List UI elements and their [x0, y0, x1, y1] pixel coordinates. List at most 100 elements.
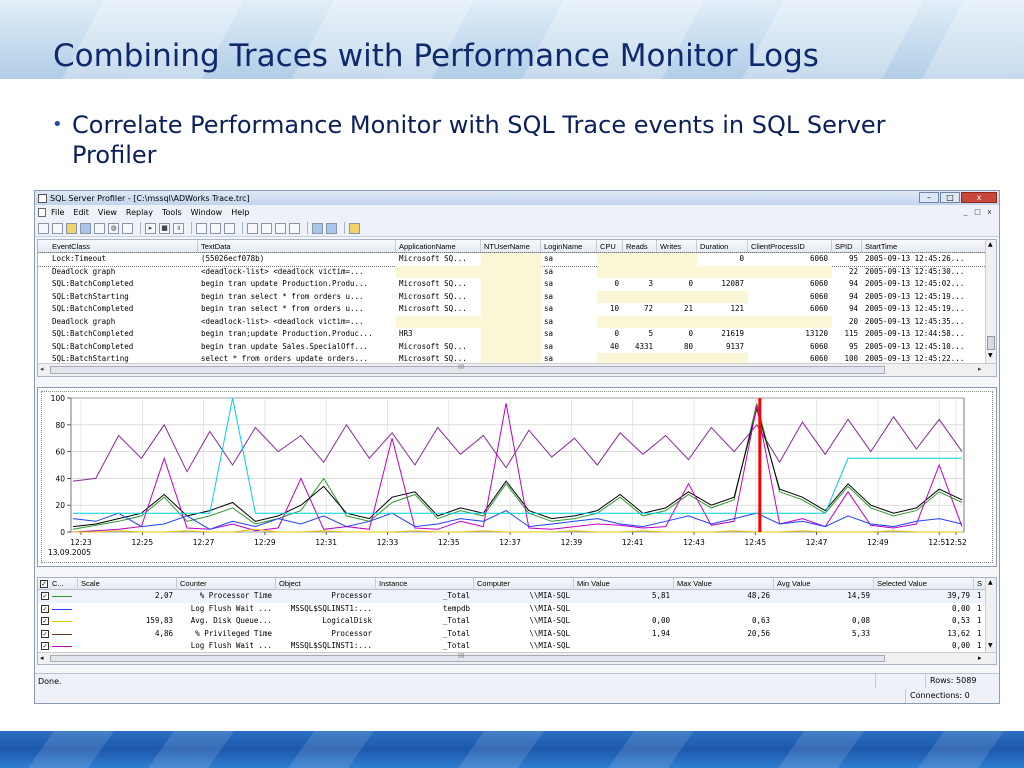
cell-nt-user-name [481, 265, 541, 278]
menu-replay[interactable]: Replay [126, 208, 153, 217]
breakpoint-icon[interactable] [210, 222, 221, 234]
run-icon[interactable]: ▸ [145, 222, 156, 234]
trace-row[interactable]: SQL:BatchCompleted begin tran select * fr… [38, 303, 986, 316]
counter-row[interactable]: ✓ 2,07 % Processor Time Processor _Total \\MI… [38, 590, 986, 603]
trace-row[interactable]: SQL:BatchCompleted begin tran update Sale… [38, 340, 986, 353]
counter-list-hscroll[interactable]: ◂ III ▸ [38, 652, 996, 664]
column-header-textdata[interactable]: TextData [198, 240, 396, 253]
scroll-up-icon[interactable]: ▲ [988, 241, 993, 248]
mdi-close-button[interactable]: x [984, 207, 995, 217]
help-icon[interactable] [349, 222, 360, 234]
trace-grid-hscroll[interactable]: ◂ III ▸ [38, 363, 996, 376]
menu-edit[interactable]: Edit [73, 208, 89, 217]
x-tick-label: 12:52 [945, 538, 967, 547]
scroll-down-icon[interactable]: ▼ [988, 642, 993, 649]
pause-icon[interactable]: ॥ [173, 222, 184, 234]
y-tick-label: 0 [60, 528, 65, 537]
column-header-clientprocessid[interactable]: ClientProcessID [748, 240, 832, 253]
menu-file[interactable]: File [51, 208, 64, 217]
cell-client-process-id [748, 315, 832, 328]
trace-row[interactable]: Lock:Timeout (55026ecf078b) Microsoft SQ..… [38, 252, 987, 267]
stop-icon[interactable]: ■ [159, 222, 170, 234]
open-icon[interactable] [66, 222, 77, 234]
trace-row[interactable]: SQL:BatchCompleted begin tran update Prod… [38, 278, 986, 291]
trace-grid-vscroll-thumb[interactable] [987, 336, 995, 350]
cell-selected: 13,62 [947, 628, 970, 638]
counter-visible-checkbox[interactable]: ✓ [41, 642, 49, 650]
cell-computer: \\MIA-SQL [529, 591, 570, 600]
column-header-reads[interactable]: Reads [623, 240, 657, 253]
open-table-icon[interactable] [80, 222, 91, 234]
find-icon[interactable]: ◍ [108, 222, 119, 234]
trace-row[interactable]: Deadlock graph <deadlock-list> <deadlock … [38, 265, 986, 278]
menu-window[interactable]: Window [191, 208, 223, 217]
scroll-left-icon[interactable]: ◂ [40, 365, 44, 373]
column-header-instance[interactable]: Instance [376, 578, 474, 590]
counter-list-hscroll-thumb[interactable] [50, 655, 885, 662]
column-header-counter[interactable]: Counter [177, 578, 276, 590]
scroll-down-icon[interactable]: ▼ [988, 352, 993, 359]
column-header-computer[interactable]: Computer [474, 578, 574, 590]
column-header-max-value[interactable]: Max Value [674, 578, 774, 590]
new-trace-icon[interactable] [52, 222, 63, 234]
close-button[interactable]: x [961, 192, 997, 203]
column-header-loginname[interactable]: LoginName [541, 240, 597, 253]
group-icon[interactable] [275, 222, 286, 234]
menu-help[interactable]: Help [231, 208, 249, 217]
filter-icon[interactable] [261, 222, 272, 234]
maximize-button[interactable]: □ [940, 192, 960, 203]
scroll-right-icon[interactable]: ▸ [978, 365, 982, 373]
column-header-selected-value[interactable]: Selected Value [874, 578, 974, 590]
column-header-cpu[interactable]: CPU [597, 240, 623, 253]
counter-row[interactable]: ✓ 4,86 % Privileged Time Processor _Total \\M… [38, 628, 986, 641]
column-header-scale[interactable]: Scale [78, 578, 177, 590]
trace-row[interactable]: Deadlock graph <deadlock-list> <deadlock … [38, 315, 986, 328]
column-header-avg-value[interactable]: Avg Value [774, 578, 874, 590]
scroll-up-icon[interactable]: ▲ [988, 579, 993, 586]
counter-row[interactable]: ✓ Log Flush Wait ... MSSQL$SQLINST1:... tem… [38, 603, 986, 616]
counter-row[interactable]: ✓ Log Flush Wait ... MSSQL$SQLINST1:... _To… [38, 640, 986, 653]
counter-visible-checkbox[interactable]: ✓ [41, 629, 49, 638]
column-header-min-value[interactable]: Min Value [574, 578, 674, 590]
counter-visible-checkbox[interactable]: ✓ [41, 604, 49, 613]
counter-row[interactable]: ✓ 159,83 Avg. Disk Queue... LogicalDisk _Tot… [38, 615, 986, 628]
column-header-object[interactable]: Object [276, 578, 376, 590]
replay-icon[interactable] [224, 222, 235, 234]
column-header-spid[interactable]: SPID [832, 240, 862, 253]
perfmon-chart[interactable]: 0 20 40 60 80 100 12:23 12:25 12:27 12:29 12:31 12:… [38, 388, 998, 568]
mdi-minimize-button[interactable]: _ [960, 207, 971, 217]
step-icon[interactable] [196, 222, 207, 234]
minimize-button[interactable]: – [919, 192, 939, 203]
monitor-icon[interactable] [312, 222, 323, 234]
save-icon[interactable] [38, 222, 49, 234]
cell-object: LogicalDisk [322, 616, 372, 625]
column-header-applicationname[interactable]: ApplicationName [396, 240, 481, 253]
clear-icon[interactable] [122, 222, 133, 234]
ungroup-icon[interactable] [289, 222, 300, 234]
counter-list-vscroll[interactable]: ▲ ▼ [985, 578, 996, 652]
mdi-restore-button[interactable]: □ [972, 207, 983, 217]
column-header-duration[interactable]: Duration [697, 240, 748, 253]
column-header-eventclass[interactable]: EventClass [38, 240, 198, 253]
title-bar[interactable]: SQL Server Profiler - [C:\mssql\ADWorks … [35, 191, 999, 205]
mdi-controls: _ □ x [959, 207, 995, 217]
column-header-writes[interactable]: Writes [657, 240, 697, 253]
properties-icon[interactable] [94, 222, 105, 234]
x-tick-label: 12:49 [867, 538, 889, 547]
trace-row[interactable]: SQL:BatchStarting begin tran select * fro… [38, 290, 986, 303]
scroll-right-icon[interactable]: ▸ [978, 654, 982, 662]
trace-row[interactable]: SQL:BatchCompleted begin tran;update Prod… [38, 328, 986, 341]
trace-grid-hscroll-thumb[interactable] [50, 366, 885, 374]
counter-visible-checkbox[interactable]: ✓ [41, 592, 49, 600]
trace-grid-vscroll[interactable]: ▲ ▼ [985, 240, 996, 363]
menu-tools[interactable]: Tools [162, 208, 182, 217]
document-icon[interactable] [38, 208, 46, 217]
menu-view[interactable]: View [98, 208, 117, 217]
scroll-left-icon[interactable]: ◂ [40, 654, 44, 662]
columns-icon[interactable] [247, 222, 258, 234]
column-header-starttime[interactable]: StartTime [862, 240, 986, 253]
select-all-checkbox[interactable]: ✓ [40, 580, 48, 588]
counter-visible-checkbox[interactable]: ✓ [41, 617, 49, 625]
activity-icon[interactable] [326, 222, 337, 234]
column-header-ntusername[interactable]: NTUserName [481, 240, 541, 253]
